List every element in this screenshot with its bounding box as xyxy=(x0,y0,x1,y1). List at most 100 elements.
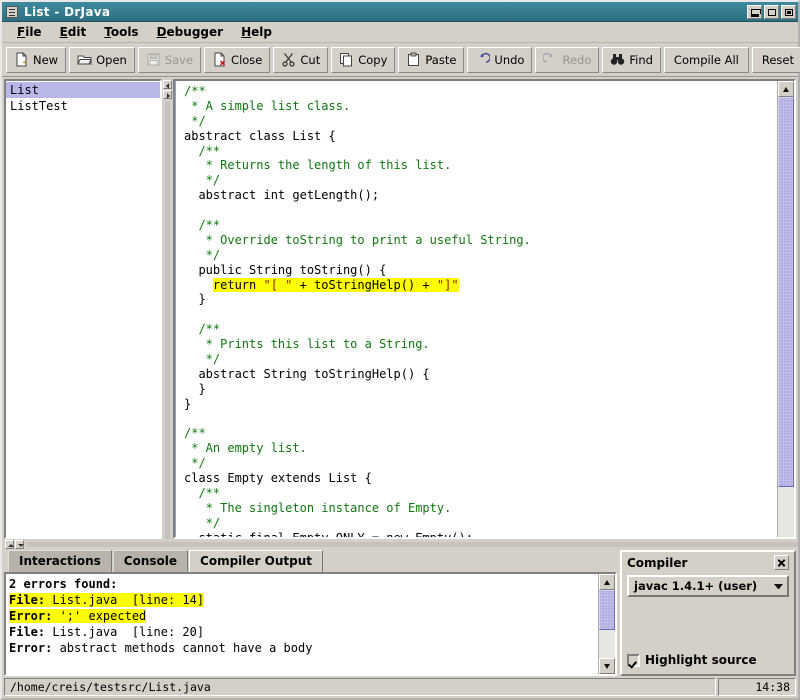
output-scroll-up-icon[interactable] xyxy=(599,574,615,590)
code-line: } xyxy=(184,381,206,396)
output-area: Interactions Console Compiler Output 2 e… xyxy=(2,550,798,676)
open-folder-icon xyxy=(77,52,92,67)
code-line: * Prints this list to a String. xyxy=(184,337,430,352)
editor-split: List ListTest /** * A simple list class.… xyxy=(2,77,798,539)
code-line: /** xyxy=(184,486,221,501)
compiler-output-text[interactable]: 2 errors found: File: List.java [line: 14… xyxy=(6,574,598,674)
horizontal-splitter[interactable] xyxy=(2,539,798,550)
code-line: */ xyxy=(184,247,221,262)
close-icon[interactable] xyxy=(774,555,789,570)
output-pane: Interactions Console Compiler Output 2 e… xyxy=(4,550,617,676)
copy-button-label: Copy xyxy=(358,52,388,67)
splitter-collapse-up-icon[interactable] xyxy=(5,540,14,549)
tab-interactions[interactable]: Interactions xyxy=(8,550,112,572)
undo-button-label: Undo xyxy=(494,52,525,67)
save-disk-icon xyxy=(146,52,161,67)
splitter-collapse-right-icon[interactable] xyxy=(163,90,172,99)
horizontal-splitter-grip[interactable] xyxy=(27,542,798,547)
file-list[interactable]: List ListTest xyxy=(4,79,162,539)
splitter-grip[interactable] xyxy=(165,102,170,539)
editor-scroll-track[interactable] xyxy=(778,97,794,537)
compiler-panel-header: Compiler xyxy=(627,555,789,570)
code-line: /** xyxy=(184,218,221,233)
maximize-icon[interactable] xyxy=(764,4,779,19)
new-file-icon xyxy=(14,52,29,67)
compiler-select[interactable]: javac 1.4.1+ (user) xyxy=(627,575,789,597)
output-scroll-thumb[interactable] xyxy=(599,590,615,630)
cut-button[interactable]: Cut xyxy=(273,46,329,73)
menu-file[interactable]: File xyxy=(8,23,51,41)
scissors-icon xyxy=(281,52,296,67)
checkbox-box[interactable] xyxy=(627,653,640,667)
file-list-item-list[interactable]: List xyxy=(6,82,160,98)
code-line: */ xyxy=(184,456,206,471)
compiler-output-line[interactable]: Error: ';' expected xyxy=(9,608,595,624)
code-line: public String toString() { xyxy=(184,262,387,277)
find-button[interactable]: Find xyxy=(602,46,661,73)
menu-debugger[interactable]: Debugger xyxy=(148,23,232,41)
compiler-output-line[interactable]: 2 errors found: xyxy=(9,576,595,592)
output-scroll-track[interactable] xyxy=(599,590,615,658)
tab-compiler-output[interactable]: Compiler Output xyxy=(189,550,323,572)
menu-tools[interactable]: Tools xyxy=(95,23,147,41)
save-button-label: Save xyxy=(164,52,194,67)
splitter-collapse-down-icon[interactable] xyxy=(15,540,24,549)
status-file-path: /home/creis/testsrc/List.java xyxy=(4,678,716,696)
binoculars-icon xyxy=(610,52,625,67)
vertical-splitter[interactable] xyxy=(162,79,173,539)
compiler-output-line[interactable]: File: List.java [line: 20] xyxy=(9,624,595,640)
undo-button[interactable]: Undo xyxy=(467,46,533,73)
menu-help[interactable]: Help xyxy=(232,23,281,41)
window-title: List - DrJava xyxy=(24,4,111,19)
code-line: abstract int getLength(); xyxy=(184,188,380,203)
splitter-collapse-left-icon[interactable] xyxy=(163,80,172,89)
close-button[interactable]: Close xyxy=(204,46,271,73)
menu-edit[interactable]: Edit xyxy=(51,23,96,41)
save-button: Save xyxy=(137,46,202,73)
toolbar: New Open Save Close Cut Copy Paste Undo … xyxy=(2,43,800,77)
editor-panel: /** * A simple list class. */abstract cl… xyxy=(173,79,796,539)
cut-button-label: Cut xyxy=(300,52,321,67)
compiler-output-line[interactable]: File: List.java [line: 14] xyxy=(9,592,595,608)
output-scrollbar-vertical[interactable] xyxy=(598,574,615,674)
editor-scrollbar-vertical[interactable] xyxy=(777,81,794,537)
reset-button[interactable]: Reset xyxy=(751,46,800,73)
window-menu-icon[interactable] xyxy=(6,5,18,18)
file-list-item-listtest[interactable]: ListTest xyxy=(6,98,160,114)
redo-button-label: Redo xyxy=(562,52,592,67)
output-tab-bar: Interactions Console Compiler Output xyxy=(4,550,617,572)
code-line: /** xyxy=(184,426,206,441)
compile-all-button[interactable]: Compile All xyxy=(663,46,749,73)
status-clock: 14:38 xyxy=(718,678,796,696)
code-line: * Returns the length of this list. xyxy=(184,158,452,173)
reset-button-label: Reset xyxy=(761,52,794,67)
code-line: */ xyxy=(184,113,206,128)
scroll-up-icon[interactable] xyxy=(778,81,794,97)
code-editor[interactable]: /** * A simple list class. */abstract cl… xyxy=(175,81,777,537)
paste-button-label: Paste xyxy=(425,52,457,67)
new-button[interactable]: New xyxy=(6,46,67,73)
highlighted-code: return "[ " + toStringHelp() + "]" xyxy=(212,277,459,292)
editor-scroll-thumb[interactable] xyxy=(778,97,794,487)
code-line: * An empty list. xyxy=(184,441,307,456)
compiler-panel: Compiler javac 1.4.1+ (user) Highlight s… xyxy=(620,550,796,676)
minimize-icon[interactable] xyxy=(747,4,762,19)
window-controls xyxy=(747,4,796,19)
close-file-icon xyxy=(212,52,227,67)
compiler-select-value: javac 1.4.1+ (user) xyxy=(634,579,758,593)
tab-console[interactable]: Console xyxy=(112,550,189,572)
close-button-label: Close xyxy=(231,52,263,67)
compiler-output-line[interactable]: Error: abstract methods cannot have a bo… xyxy=(9,640,595,656)
highlight-source-checkbox[interactable]: Highlight source xyxy=(627,653,789,667)
output-scroll-down-icon[interactable] xyxy=(599,658,615,674)
menu-bar: File Edit Tools Debugger Help xyxy=(2,22,798,43)
paste-button[interactable]: Paste xyxy=(398,46,465,73)
copy-button[interactable]: Copy xyxy=(331,46,396,73)
title-bar: List - DrJava xyxy=(2,2,798,22)
close-icon[interactable] xyxy=(781,4,796,19)
code-line: */ xyxy=(184,515,221,530)
open-button[interactable]: Open xyxy=(69,46,135,73)
undo-arrow-icon xyxy=(475,52,492,67)
